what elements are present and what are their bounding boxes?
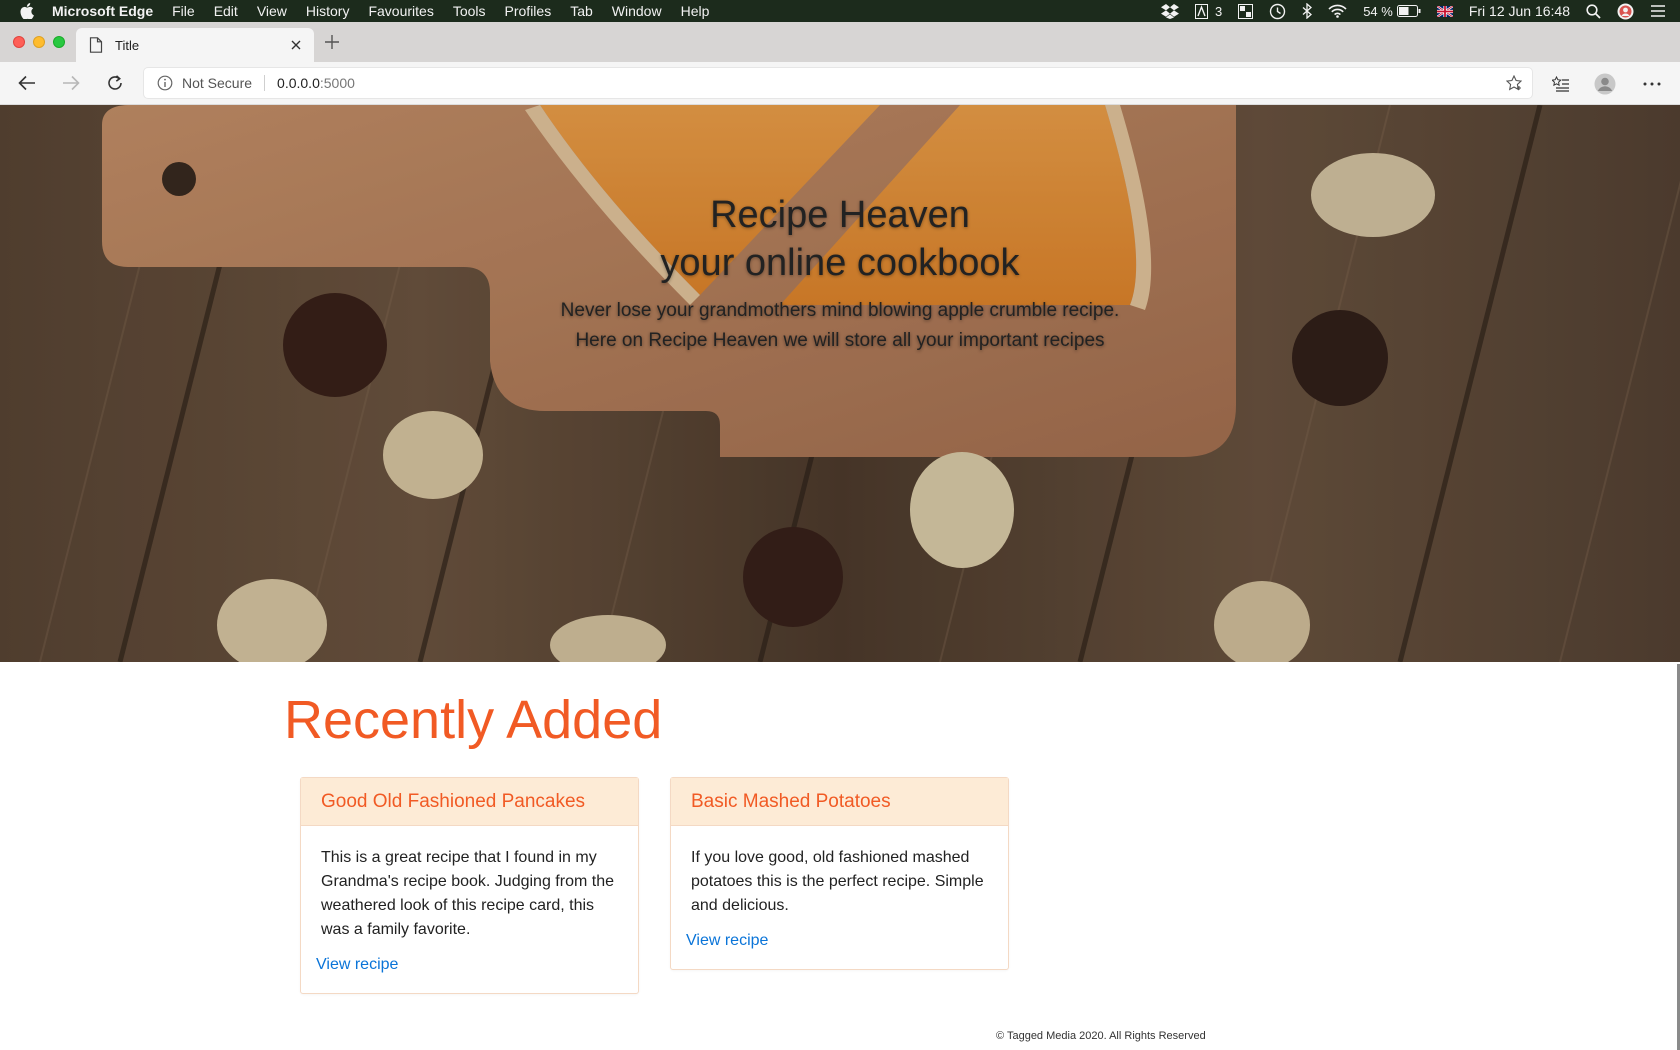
favorite-star-icon[interactable] xyxy=(1505,74,1523,91)
spotlight-search-icon[interactable] xyxy=(1586,3,1601,19)
forward-arrow-icon[interactable] xyxy=(60,72,82,94)
uk-flag-icon[interactable] xyxy=(1436,5,1453,17)
browser-tab-active[interactable]: Title xyxy=(76,28,314,62)
security-label[interactable]: Not Secure xyxy=(182,75,252,91)
browser-tab-strip: Title xyxy=(0,22,1680,62)
recipe-card-title: Basic Mashed Potatoes xyxy=(671,778,1008,826)
time-machine-icon[interactable] xyxy=(1269,3,1286,20)
hero-subtitle-line1: Never lose your grandmothers mind blowin… xyxy=(560,300,1120,321)
back-arrow-icon[interactable] xyxy=(16,72,38,94)
window-close-button[interactable] xyxy=(13,36,25,48)
menu-view[interactable]: View xyxy=(257,3,287,19)
hero-subtitle-line2: Here on Recipe Heaven we will store all … xyxy=(575,330,1105,351)
recipe-card: Basic Mashed Potatoes If you love good, … xyxy=(670,777,1009,970)
tab-title: Title xyxy=(115,37,140,53)
view-recipe-link[interactable]: View recipe xyxy=(316,956,398,993)
window-zoom-button[interactable] xyxy=(53,36,65,48)
control-center-icon[interactable] xyxy=(1650,4,1666,18)
hero-background-image xyxy=(0,105,1680,662)
recipe-card-description: If you love good, old fashioned mashed p… xyxy=(691,849,984,914)
menu-edit[interactable]: Edit xyxy=(214,3,238,19)
address-separator xyxy=(264,75,266,91)
url-port: :5000 xyxy=(319,75,355,91)
bluetooth-icon[interactable] xyxy=(1302,3,1313,19)
tab-close-icon[interactable] xyxy=(288,37,304,53)
info-icon[interactable] xyxy=(157,75,173,91)
footer-copyright: © Tagged Media 2020. All Rights Reserved xyxy=(996,1030,1206,1042)
recipe-card-title: Good Old Fashioned Pancakes xyxy=(301,778,638,826)
hero-banner: Recipe Heaven your online cookbook Never… xyxy=(0,105,1680,662)
recipe-card: Good Old Fashioned Pancakes This is a gr… xyxy=(300,777,639,994)
menu-tab[interactable]: Tab xyxy=(570,3,593,19)
menu-app-name[interactable]: Microsoft Edge xyxy=(52,3,153,19)
new-tab-plus-icon[interactable] xyxy=(323,33,341,51)
menu-profiles[interactable]: Profiles xyxy=(505,3,552,19)
menu-favourites[interactable]: Favourites xyxy=(368,3,433,19)
page-icon xyxy=(89,37,103,53)
hero-title-line1: Recipe Heaven xyxy=(710,194,970,236)
refresh-icon[interactable] xyxy=(104,72,126,94)
view-recipe-link[interactable]: View recipe xyxy=(686,932,768,969)
address-bar[interactable]: Not Secure 0.0.0.0:5000 xyxy=(144,68,1532,98)
dropbox-icon[interactable] xyxy=(1160,3,1179,19)
hero-title-line2: your online cookbook xyxy=(660,242,1020,284)
recipe-card-description: This is a great recipe that I found in m… xyxy=(321,849,614,938)
menu-file[interactable]: File xyxy=(172,3,195,19)
url-host: 0.0.0.0 xyxy=(277,75,320,91)
adobe-notification-icon[interactable]: 3 xyxy=(1194,3,1223,19)
menu-window[interactable]: Window xyxy=(612,3,662,19)
wifi-icon[interactable] xyxy=(1328,4,1347,18)
menu-help[interactable]: Help xyxy=(681,3,710,19)
more-options-icon[interactable] xyxy=(1640,72,1664,96)
favorites-list-icon[interactable] xyxy=(1549,72,1573,96)
window-minimize-button[interactable] xyxy=(33,36,45,48)
menu-tools[interactable]: Tools xyxy=(453,3,486,19)
menu-bar-clock[interactable]: Fri 12 Jun 16:48 xyxy=(1469,3,1570,19)
menu-bar-status-area: 3 54 % Fri 12 Jun 16:48 xyxy=(1160,0,1680,22)
user-avatar-icon[interactable] xyxy=(1617,3,1634,20)
recently-added-heading: Recently Added xyxy=(284,690,663,750)
battery-status[interactable]: 54 % xyxy=(1363,4,1421,19)
browser-toolbar: Not Secure 0.0.0.0:5000 xyxy=(0,62,1680,105)
profile-avatar-icon[interactable] xyxy=(1593,72,1617,96)
menu-history[interactable]: History xyxy=(306,3,350,19)
macos-menu-bar: Microsoft Edge File Edit View History Fa… xyxy=(0,0,1680,22)
battery-icon xyxy=(1396,5,1421,17)
battery-percent: 54 % xyxy=(1363,3,1393,19)
notification-count: 3 xyxy=(1214,3,1223,19)
apple-logo-icon[interactable] xyxy=(20,3,34,19)
window-manager-icon[interactable] xyxy=(1238,3,1254,19)
